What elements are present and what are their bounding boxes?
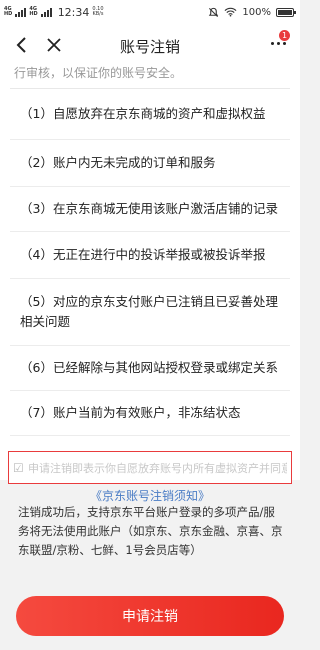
network-indicator-1: 4G HD (4, 6, 13, 17)
condition-item: （6）已经解除与其他网站授权登录或绑定关系 (20, 360, 278, 375)
status-left: 4G HD 4G HD 12:34 0.10 KB/s (4, 6, 104, 19)
more-icon[interactable] (271, 42, 286, 45)
status-right: 100% (208, 6, 296, 18)
condition-item: （3）在京东商城无使用该账户激活店铺的记录 (20, 201, 278, 216)
signal-icon-2 (40, 7, 52, 17)
battery-icon (276, 7, 296, 17)
page-title: 账号注销 (119, 38, 180, 56)
notification-badge: 1 (279, 30, 290, 41)
agreement-text: 申请注销即表示你自愿放弃账号内所有虚拟资产并同意 (28, 461, 287, 475)
condition-item: （1）自愿放弃在京东商城的资产和虚拟权益 (20, 106, 266, 121)
signal-icon (15, 7, 27, 17)
agreement-checkbox-row[interactable]: ☑ 申请注销即表示你自愿放弃账号内所有虚拟资产并同意 (8, 451, 292, 484)
cancellation-notice-link[interactable]: 《京东账号注销须知》 (0, 487, 300, 504)
mute-bell-icon (209, 7, 219, 17)
condition-item: （5）对应的京东支付账户已注销且已妥善处理相关问题 (20, 294, 278, 329)
checkbox-icon[interactable]: ☑ (13, 462, 25, 474)
network-rate: 0.10 KB/s (92, 6, 104, 17)
conditions-panel: 行审核，以保证你的账号安全。 （1）自愿放弃在京东商城的资产和虚拟权益 （2）账… (0, 66, 300, 480)
apply-cancellation-button[interactable]: 申请注销 (16, 596, 284, 636)
intro-text: 行审核，以保证你的账号安全。 (14, 66, 183, 80)
notice-text: 注销成功后，支持京东平台账户登录的多项产品/服务将无法使用此账户（如京东、京东金… (18, 505, 283, 557)
wifi-icon (224, 7, 237, 17)
battery-percent: 100% (242, 6, 271, 18)
network-indicator-2: 4G HD (29, 6, 38, 17)
condition-item: （7）账户当前为有效账户，非冻结状态 (20, 405, 241, 420)
condition-item: （2）账户内无未完成的订单和服务 (20, 155, 216, 170)
nav-bar: 账号注销 1 (0, 24, 300, 66)
status-bar: 4G HD 4G HD 12:34 0.10 KB/s 100% (0, 0, 300, 24)
clock: 12:34 (57, 5, 90, 19)
condition-item: （4）无正在进行中的投诉举报或被投诉举报 (20, 247, 266, 262)
